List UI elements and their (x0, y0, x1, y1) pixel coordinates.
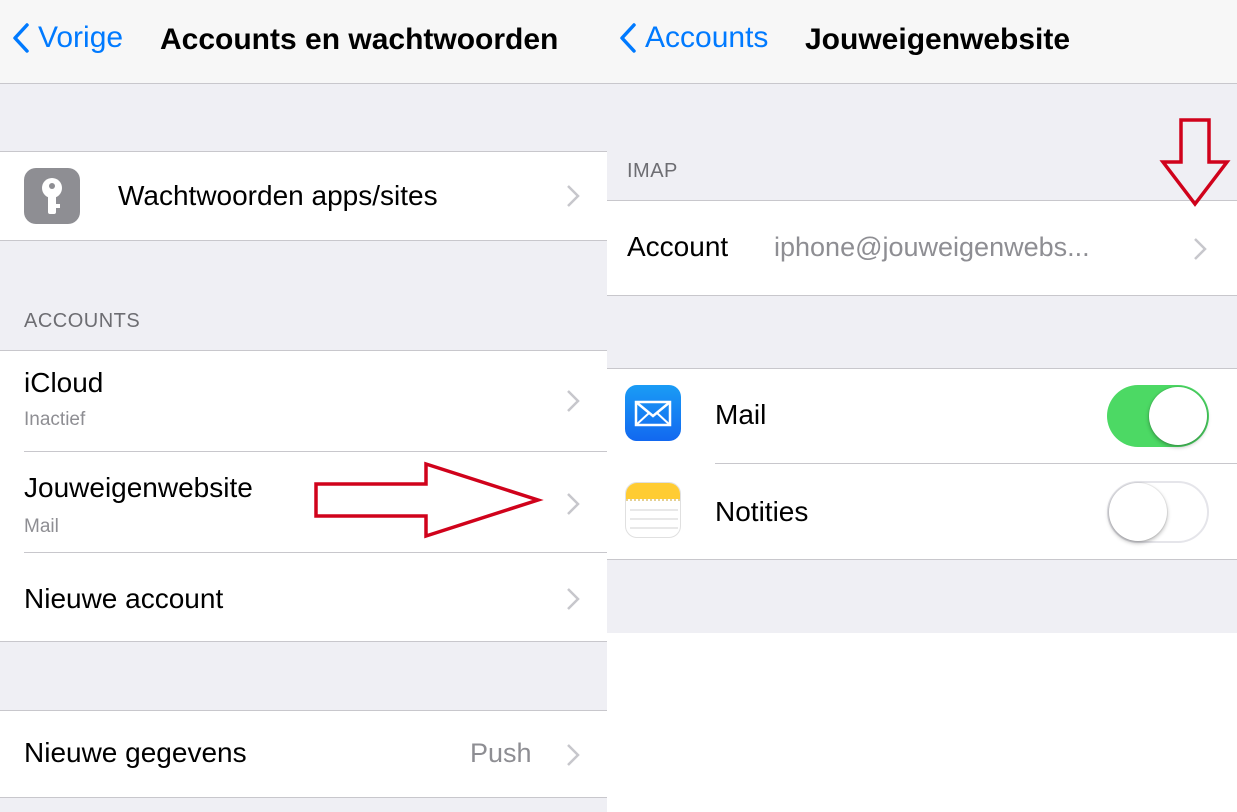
mail-toggle[interactable] (1107, 385, 1209, 447)
chevron-right-icon (567, 390, 580, 412)
imap-section-header: IMAP (627, 160, 678, 182)
account-subtitle: Mail (24, 516, 59, 537)
back-button[interactable]: Vorige (12, 21, 123, 55)
mail-label: Mail (715, 399, 767, 430)
notes-app-icon (625, 482, 681, 538)
fetch-label: Nieuwe gegevens (24, 737, 247, 768)
account-title: Jouweigenwebsite (24, 472, 253, 503)
accounts-group: iCloud Inactief Jouweigenwebsite Mail Ni… (0, 350, 613, 642)
imap-account-row[interactable]: Account iphone@jouweigenwebs... (607, 201, 1237, 295)
left-navigation-bar: Vorige Accounts en wachtwoorden (0, 0, 613, 84)
chevron-right-icon (567, 185, 580, 207)
mail-toggle-row: Mail (607, 369, 1237, 463)
account-detail-screen: Accounts Jouweigenwebsite IMAP Account i… (607, 0, 1237, 633)
chevron-left-icon (13, 23, 29, 53)
chevron-right-icon (1194, 238, 1207, 260)
key-icon (24, 168, 80, 224)
passwords-label: Wachtwoorden apps/sites (118, 180, 438, 211)
accounts-passwords-screen: Vorige Accounts en wachtwoorden Wachtwoo… (0, 0, 613, 812)
back-label: Accounts (645, 21, 769, 54)
account-email-value: iphone@jouweigenwebs... (774, 232, 1090, 262)
passwords-group: Wachtwoorden apps/sites (0, 151, 613, 241)
imap-account-group: Account iphone@jouweigenwebs... (607, 200, 1237, 296)
account-row-icloud[interactable]: iCloud Inactief (0, 351, 613, 451)
sync-toggles-group: Mail Notities (607, 368, 1237, 560)
account-title: Nieuwe account (24, 583, 224, 614)
page-title: Accounts en wachtwoorden (160, 23, 559, 56)
passwords-row[interactable]: Wachtwoorden apps/sites (0, 152, 613, 240)
account-row-jouweigenwebsite[interactable]: Jouweigenwebsite Mail (0, 452, 613, 552)
notes-toggle[interactable] (1107, 481, 1209, 543)
chevron-left-icon (620, 23, 636, 53)
chevron-right-icon (567, 744, 580, 766)
fetch-new-data-row[interactable]: Nieuwe gegevens Push (0, 711, 613, 797)
back-button[interactable]: Accounts (619, 21, 768, 55)
chevron-right-icon (567, 493, 580, 515)
toggle-knob (1149, 387, 1207, 445)
accounts-section-header: ACCOUNTS (24, 310, 141, 332)
notes-toggle-row: Notities (607, 464, 1237, 559)
account-label: Account (627, 231, 729, 262)
account-title: iCloud (24, 367, 104, 398)
fetch-value: Push (470, 738, 532, 768)
chevron-right-icon (567, 588, 580, 610)
right-navigation-bar: Accounts Jouweigenwebsite (607, 0, 1237, 84)
notes-label: Notities (715, 496, 809, 527)
empty-area (607, 633, 1237, 812)
account-row-new[interactable]: Nieuwe account (0, 553, 613, 641)
annotation-arrow-down-icon (1159, 118, 1231, 207)
account-subtitle: Inactief (24, 409, 86, 430)
page-title: Jouweigenwebsite (805, 23, 1071, 56)
fetch-group: Nieuwe gegevens Push (0, 710, 613, 798)
mail-app-icon (625, 385, 681, 441)
back-label: Vorige (38, 21, 124, 54)
toggle-knob (1109, 483, 1167, 541)
